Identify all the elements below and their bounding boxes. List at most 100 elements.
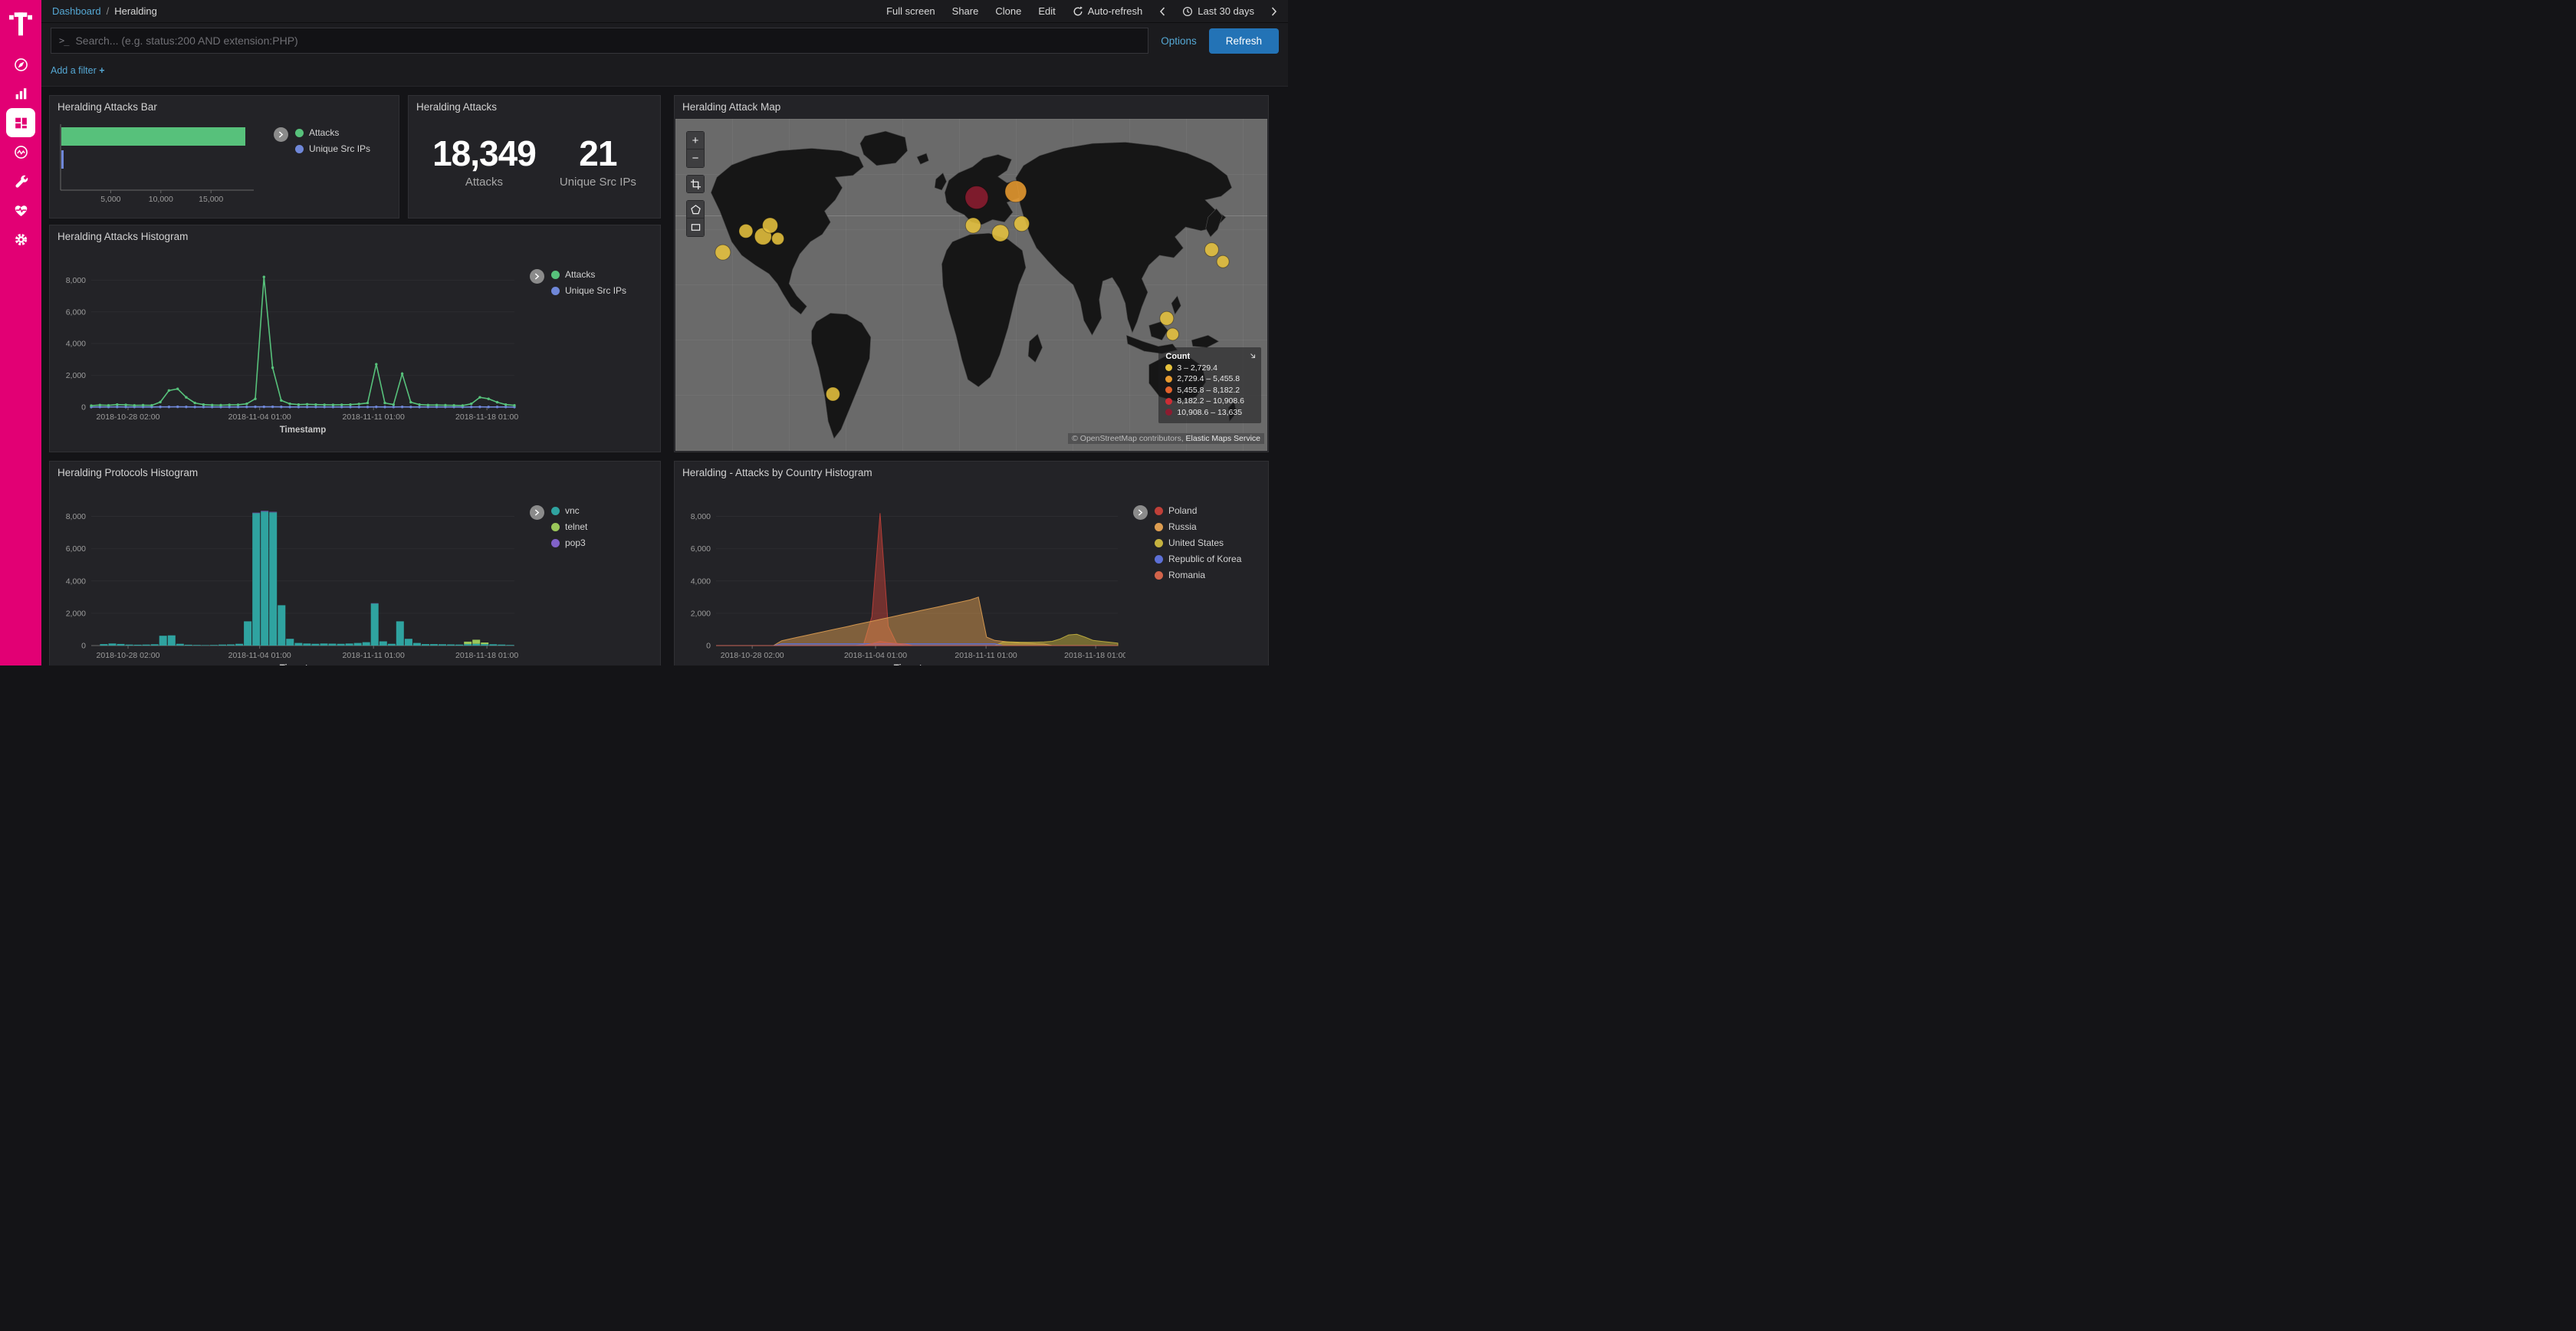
timelion-icon (13, 144, 29, 160)
time-forward-button[interactable] (1271, 7, 1277, 16)
svg-text:0: 0 (81, 642, 86, 651)
sidebar-item-dev-tools[interactable] (6, 166, 35, 196)
legend-label: Attacks (309, 127, 339, 138)
map-legend-label: 8,182.2 – 10,908.6 (1177, 396, 1244, 406)
attack-bubble[interactable] (1014, 216, 1030, 232)
telekom-logo[interactable] (9, 7, 32, 38)
attack-bubble[interactable] (965, 186, 988, 209)
chevron-right-icon (534, 273, 540, 280)
query-bar: >_ Options Refresh (41, 23, 1288, 60)
svg-text:2018-11-11 01:00: 2018-11-11 01:00 (343, 651, 406, 660)
country_histogram-svg: 02,0004,0006,0008,0002018-10-28 02:00201… (679, 482, 1125, 666)
legend-color-dot (1165, 409, 1172, 416)
legend-collapse-icon[interactable] (1249, 352, 1257, 360)
chart-legend: vnc telnet pop3 (522, 482, 656, 666)
legend-color-dot (1165, 376, 1172, 383)
attack-bubble[interactable] (826, 387, 840, 401)
country-histogram-chart[interactable]: 02,0004,0006,0008,0002018-10-28 02:00201… (679, 482, 1125, 666)
sidebar-item-monitoring[interactable] (6, 196, 35, 225)
legend-item[interactable]: pop3 (551, 537, 587, 548)
attacks-histogram-chart[interactable]: 02,0004,0006,0008,0002018-10-28 02:00201… (54, 246, 522, 444)
world-map[interactable]: + − (675, 119, 1267, 451)
sidebar-item-visualize[interactable] (6, 79, 35, 108)
svg-text:2018-10-28 02:00: 2018-10-28 02:00 (97, 412, 160, 422)
search-input[interactable] (75, 35, 1140, 47)
attack-bubble[interactable] (1167, 328, 1179, 340)
svg-text:Timestamp: Timestamp (280, 664, 327, 666)
svg-text:8,000: 8,000 (66, 276, 86, 285)
search-box: >_ (51, 28, 1148, 54)
legend-item[interactable]: United States (1155, 537, 1241, 548)
legend-label: pop3 (565, 537, 586, 548)
protocols-histogram-chart[interactable]: 02,0004,0006,0008,0002018-10-28 02:00201… (54, 482, 522, 666)
svg-text:Timestamp: Timestamp (894, 664, 941, 666)
draw-rectangle-button[interactable] (686, 219, 705, 237)
wrench-icon (13, 173, 29, 189)
attack-bubble[interactable] (715, 245, 731, 260)
zoom-out-button[interactable]: − (686, 150, 705, 168)
time-range-button[interactable]: Last 30 days (1182, 5, 1254, 17)
legend-item[interactable]: Republic of Korea (1155, 554, 1241, 564)
clone-button[interactable]: Clone (995, 5, 1021, 17)
svg-text:2018-10-28 02:00: 2018-10-28 02:00 (721, 651, 784, 660)
legend-item[interactable]: Romania (1155, 570, 1241, 580)
sidebar-item-timelion[interactable] (6, 137, 35, 166)
chevron-right-icon (278, 131, 284, 138)
attack-bubble[interactable] (1005, 181, 1027, 202)
legend-item[interactable]: Attacks (551, 269, 626, 280)
add-filter-link[interactable]: Add a filter + (51, 65, 105, 76)
time-back-button[interactable] (1159, 7, 1165, 16)
refresh-button[interactable]: Refresh (1209, 28, 1279, 54)
legend-item[interactable]: Attacks (295, 127, 370, 138)
fit-data-bounds-button[interactable] (686, 175, 705, 193)
map-legend-title: Count (1165, 352, 1244, 361)
attack-bubble[interactable] (739, 224, 753, 238)
sidebar-item-discover[interactable] (6, 50, 35, 79)
legend-toggle-button[interactable] (530, 269, 544, 284)
legend-item[interactable]: Unique Src IPs (295, 143, 370, 154)
breadcrumb-dashboard-link[interactable]: Dashboard (52, 5, 101, 17)
attack-bubble[interactable] (763, 218, 778, 233)
svg-text:15,000: 15,000 (199, 195, 223, 204)
attack-bubble[interactable] (772, 232, 784, 245)
attack-bubble[interactable] (1204, 243, 1218, 257)
top-nav: Dashboard / Heralding Full screen Share … (41, 0, 1288, 23)
auto-refresh-button[interactable]: Auto-refresh (1073, 5, 1143, 17)
edit-button[interactable]: Edit (1038, 5, 1055, 17)
svg-text:2018-11-04 01:00: 2018-11-04 01:00 (228, 412, 291, 422)
attack-bubble[interactable] (1160, 311, 1174, 325)
zoom-in-button[interactable]: + (686, 131, 705, 150)
attack-bubble[interactable] (965, 218, 981, 233)
sidebar-item-dashboard[interactable] (6, 108, 35, 137)
legend-item[interactable]: telnet (551, 521, 587, 532)
panel-title: Heralding Attacks (409, 96, 660, 115)
legend-item[interactable]: Unique Src IPs (551, 285, 626, 296)
legend-toggle-button[interactable] (1133, 505, 1148, 520)
attacks-bar-chart[interactable]: 5,00010,00015,000 (54, 117, 266, 210)
draw-polygon-button[interactable] (686, 200, 705, 219)
map-legend-list: 3 – 2,729.42,729.4 – 5,455.85,455.8 – 8,… (1165, 363, 1244, 417)
legend-toggle-button[interactable] (274, 127, 288, 142)
legend-toggle-button[interactable] (530, 505, 544, 520)
legend-item[interactable]: Russia (1155, 521, 1241, 532)
legend-color-dot (1155, 507, 1163, 515)
attack-bubble[interactable] (1217, 255, 1229, 268)
legend-label: United States (1168, 537, 1224, 548)
map-legend-item: 10,908.6 – 13,635 (1165, 408, 1244, 417)
telekom-t-icon (9, 7, 32, 38)
metric-value: 18,349 (432, 133, 536, 174)
sidebar-item-management[interactable] (6, 225, 35, 254)
compass-icon (13, 57, 29, 73)
legend-item[interactable]: Poland (1155, 505, 1241, 516)
panel-attacks-metric: Heralding Attacks 18,349 Attacks 21 Uniq… (408, 95, 661, 219)
chart-legend: Attacks Unique Src IPs (266, 117, 394, 210)
heartbeat-icon (13, 202, 29, 219)
options-link[interactable]: Options (1161, 35, 1197, 47)
legend-item[interactable]: vnc (551, 505, 587, 516)
attack-bubble[interactable] (992, 225, 1009, 242)
full-screen-button[interactable]: Full screen (886, 5, 935, 17)
share-button[interactable]: Share (952, 5, 979, 17)
chevron-right-icon (534, 509, 540, 516)
metric-group: 18,349 Attacks 21 Unique Src IPs (409, 115, 660, 205)
legend-label: vnc (565, 505, 580, 516)
